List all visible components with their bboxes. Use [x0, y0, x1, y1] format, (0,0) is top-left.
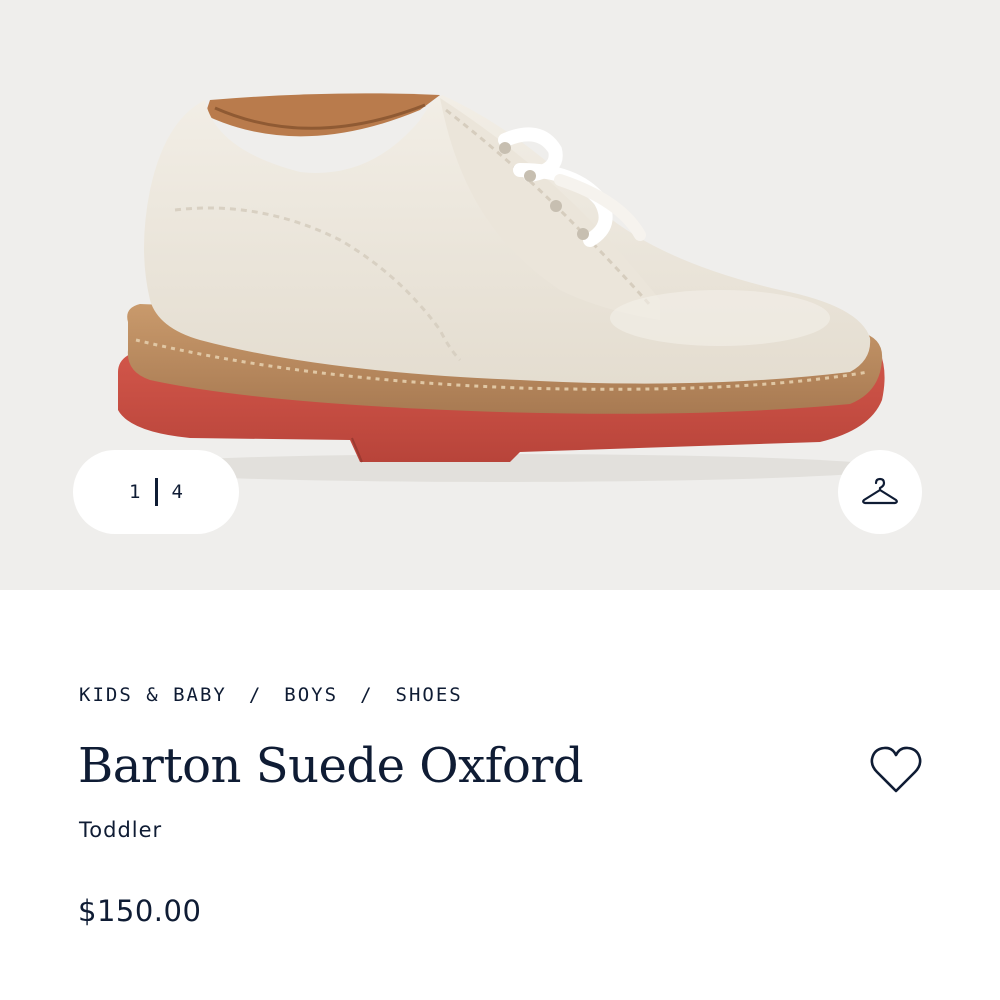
breadcrumb-separator: /	[248, 684, 263, 706]
breadcrumb-shoes[interactable]: SHOES	[396, 684, 463, 706]
pager-divider	[154, 478, 158, 506]
breadcrumb: KIDS & BABY / BOYS / SHOES	[79, 684, 463, 706]
pager-total: 4	[171, 481, 183, 503]
fit-guide-button[interactable]	[838, 450, 922, 534]
breadcrumb-boys[interactable]: BOYS	[284, 684, 338, 706]
product-price: $150.00	[78, 894, 202, 928]
product-title: Barton Suede Oxford	[78, 738, 584, 794]
heart-icon	[870, 746, 922, 793]
product-image-gallery[interactable]: 1 4	[0, 0, 1000, 590]
product-size-group: Toddler	[79, 818, 163, 842]
breadcrumb-separator: /	[360, 684, 374, 706]
image-pager: 1 4	[73, 450, 239, 534]
pager-current: 1	[129, 481, 141, 503]
wishlist-button[interactable]	[866, 740, 926, 800]
breadcrumb-kids-baby[interactable]: KIDS & BABY	[79, 684, 227, 706]
hanger-icon	[862, 477, 898, 505]
